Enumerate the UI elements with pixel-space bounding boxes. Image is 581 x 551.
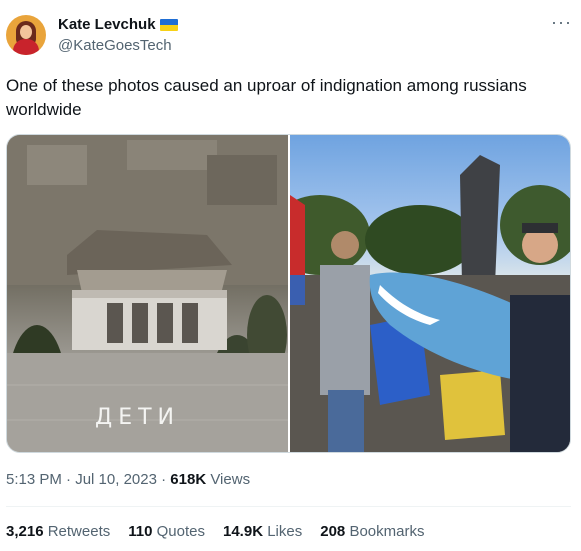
meta-separator: · [66, 471, 72, 488]
stat-quotes[interactable]: 110 Quotes [128, 523, 205, 540]
author-avatar[interactable] [6, 15, 46, 55]
divider [6, 506, 571, 507]
stat-bookmarks[interactable]: 208 Bookmarks [320, 523, 424, 540]
author-name-row: Kate Levchuk [58, 16, 178, 33]
tweet-media[interactable]: ДЕТИ [6, 134, 571, 453]
tweet-header: Kate Levchuk @KateGoesTech ··· [0, 0, 581, 70]
meta-separator: · [161, 471, 167, 488]
tweet-meta: 5:13 PM · Jul 10, 2023 · 618K Views [6, 471, 250, 488]
ukraine-flag-icon [159, 18, 178, 31]
tweet-time[interactable]: 5:13 PM [6, 471, 62, 488]
author-handle[interactable]: @KateGoesTech [58, 37, 172, 54]
photo-ruined-theatre[interactable]: ДЕТИ [7, 135, 288, 452]
photo-shark-protest[interactable] [270, 135, 570, 452]
tweet-stats: 3,216 Retweets 110 Quotes 14.9K Likes 20… [6, 523, 424, 540]
views-count: 618K [170, 471, 207, 488]
tweet-text: One of these photos caused an uproar of … [6, 76, 527, 119]
tweet-date[interactable]: Jul 10, 2023 [75, 471, 157, 488]
stat-likes[interactable]: 14.9K Likes [223, 523, 302, 540]
protest-illustration [270, 155, 570, 452]
overlay-text-deti: ДЕТИ [95, 405, 180, 430]
author-name[interactable]: Kate Levchuk [58, 16, 156, 33]
stat-retweets[interactable]: 3,216 Retweets [6, 523, 110, 540]
views-label: Views [210, 471, 251, 488]
ellipsis-icon[interactable]: ··· [551, 12, 572, 33]
